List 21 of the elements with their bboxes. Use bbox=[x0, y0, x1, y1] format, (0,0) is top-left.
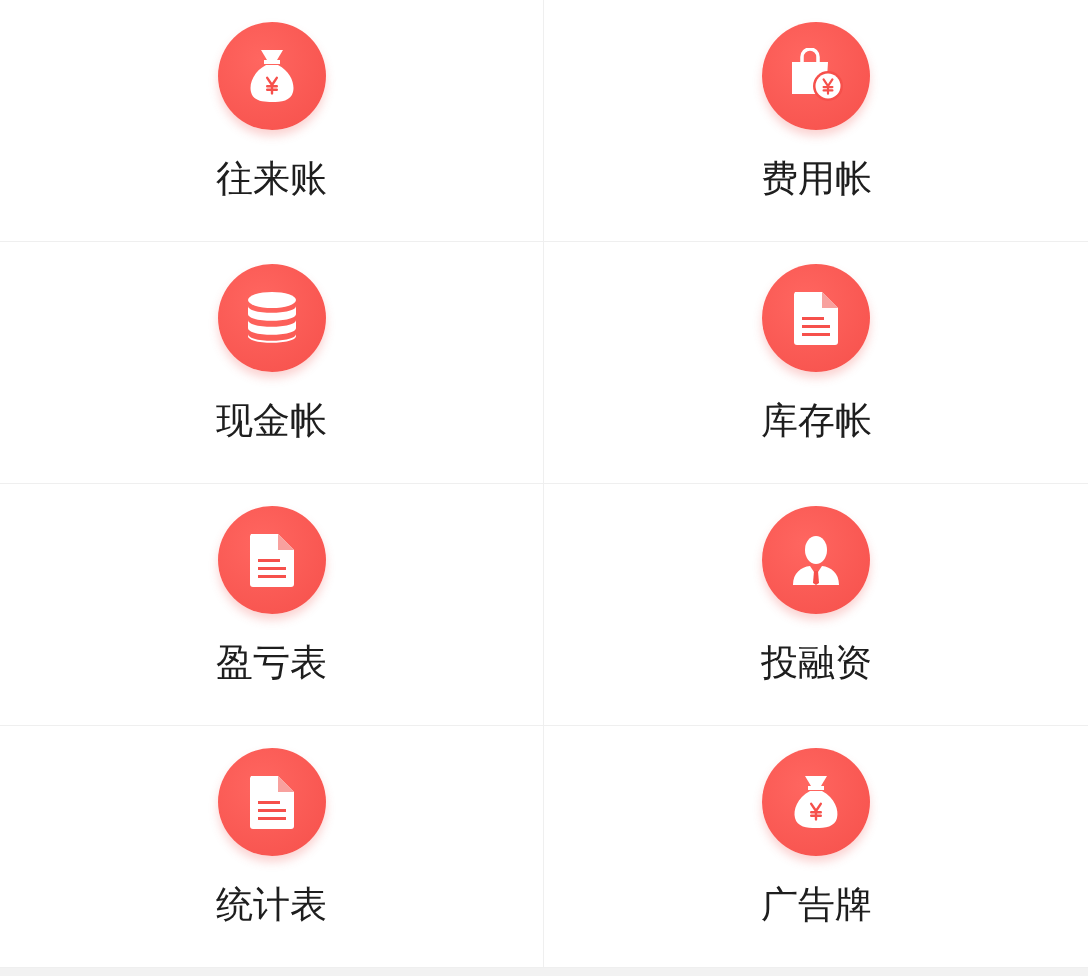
tile-label: 库存帐 bbox=[760, 398, 872, 444]
menu-tile[interactable]: 盈亏表 bbox=[0, 484, 544, 726]
tile-label: 统计表 bbox=[216, 882, 327, 928]
menu-tile[interactable]: 统计表 bbox=[0, 726, 544, 968]
menu-tile[interactable]: 费用帐 bbox=[544, 0, 1088, 242]
menu-tile[interactable]: 广告牌 bbox=[544, 726, 1088, 968]
menu-tile[interactable]: 投融资 bbox=[544, 484, 1088, 726]
tile-label: 广告牌 bbox=[760, 882, 872, 928]
tile-label: 费用帐 bbox=[760, 156, 872, 202]
document-icon bbox=[247, 532, 296, 588]
database-icon bbox=[245, 291, 298, 345]
person-icon bbox=[791, 533, 841, 587]
menu-tile[interactable]: 库存帐 bbox=[544, 242, 1088, 484]
document-icon bbox=[247, 774, 296, 830]
tile-label: 往来账 bbox=[216, 156, 327, 202]
menu-tile[interactable]: 往来账 bbox=[0, 0, 544, 242]
tile-label: 盈亏表 bbox=[216, 640, 327, 686]
menu-tile[interactable]: 现金帐 bbox=[0, 242, 544, 484]
tile-label: 投融资 bbox=[760, 640, 872, 686]
tile-label: 现金帐 bbox=[216, 398, 327, 444]
document-icon bbox=[792, 290, 840, 346]
